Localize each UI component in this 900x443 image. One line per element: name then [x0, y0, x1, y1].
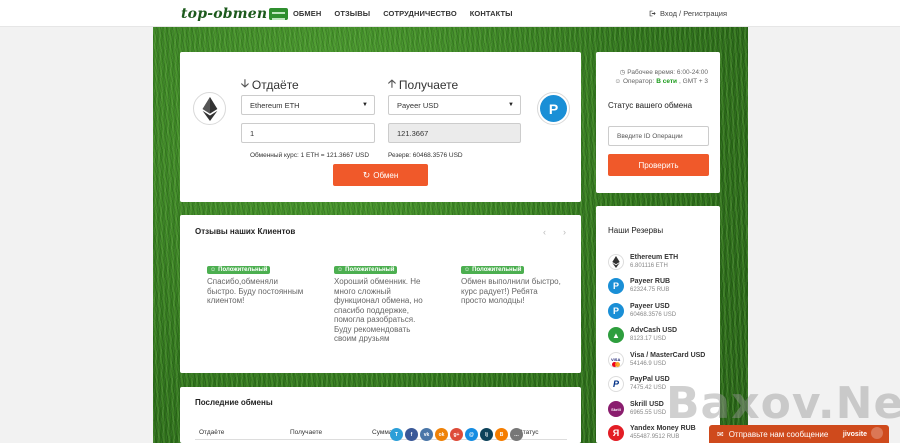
positive-badge: ☺ Положительный [207, 266, 271, 274]
login-link[interactable]: Вход / Регистрация [649, 9, 727, 18]
yandex-money-icon: Я [608, 425, 624, 441]
payeer-icon: P [608, 303, 624, 319]
get-currency-logo: P [537, 92, 570, 125]
reviews-title: Отзывы наших Клиентов [195, 227, 296, 236]
review-text: Хороший обменник. Не много сложный функц… [334, 277, 423, 343]
nav-reviews[interactable]: ОТЗЫВЫ [334, 9, 370, 18]
review-text: Обмен выполнили быстро, курс радует!) Ре… [461, 277, 561, 305]
reserve-note: Резерв: 60468.3576 USD [388, 152, 463, 159]
livejournal-share-icon[interactable]: lj [480, 428, 493, 441]
login-icon [649, 10, 656, 17]
advcash-icon: ▲ [608, 327, 624, 343]
reserve-item[interactable]: Ethereum ETH 6.801116 ETH [608, 251, 718, 273]
telegram-share-icon[interactable]: T [390, 428, 403, 441]
operation-id-input[interactable]: Введите ID Операции [608, 126, 709, 146]
more-share-icon[interactable]: … [510, 428, 523, 441]
vkontakte-share-icon[interactable]: vk [420, 428, 433, 441]
payeer-icon: P [608, 278, 624, 294]
refresh-icon: ↻ [362, 169, 371, 180]
skrill-icon: Skrill [608, 401, 624, 417]
clock-icon: ◷ [619, 69, 626, 76]
operator-status: ☺ Оператор: В сети , GMT + 3 [614, 78, 708, 85]
positive-badge: ☺ Положительный [334, 266, 398, 274]
arrow-down-icon: 🡣 [241, 78, 249, 90]
odnoklassniki-share-icon[interactable]: ok [435, 428, 448, 441]
review-item: ☺ Положительный Спасибо,обменяли быстро. … [207, 264, 307, 306]
caret-down-icon: ▼ [362, 102, 368, 108]
logo[interactable]: top-obmen [181, 4, 289, 24]
chat-icon: ✉ [717, 429, 724, 439]
working-hours: ◷ Рабочее время: 6:00-24:00 [619, 68, 708, 77]
get-currency-select[interactable]: Payeer USD ▼ [388, 95, 521, 115]
caret-down-icon: ▼ [508, 102, 514, 108]
check-status-button[interactable]: Проверить [608, 154, 709, 176]
facebook-share-icon[interactable]: f [405, 428, 418, 441]
chat-brand: jivosite [842, 430, 867, 438]
give-amount-input[interactable]: 1 [241, 123, 375, 143]
give-currency-select[interactable]: Ethereum ETH ▼ [241, 95, 375, 115]
blogger-share-icon[interactable]: B [495, 428, 508, 441]
nav-contacts[interactable]: КОНТАКТЫ [470, 9, 513, 18]
paypal-icon: P [608, 376, 624, 392]
get-title: 🡡 Получаете [388, 75, 458, 94]
logo-text: top-obmen [181, 6, 268, 22]
review-item: ☺ Положительный Хороший обменник. Не мног… [334, 264, 434, 344]
mail-ru-share-icon[interactable]: @ [465, 428, 478, 441]
payeer-icon: P [540, 95, 567, 122]
nav-partnership[interactable]: СОТРУДНИЧЕСТВО [383, 9, 457, 18]
exchange-button[interactable]: ↻ Обмен [333, 164, 428, 186]
column-header-get: Получаете [290, 429, 323, 436]
column-header-give: Отдаёте [199, 429, 225, 436]
site-header: top-obmen ОБМЕН ОТЗЫВЫ СОТРУДНИЧЕСТВО КО… [0, 0, 900, 27]
reserve-item[interactable]: ▲ AdvCash USD 8123.17 USD [608, 324, 718, 346]
chat-widget[interactable]: ✉ Отправьте нам сообщение jivosite [709, 425, 889, 443]
google-plus-share-icon[interactable]: g+ [450, 428, 463, 441]
chevron-right-icon[interactable]: › [563, 227, 566, 237]
login-label: Вход / Регистрация [660, 9, 728, 18]
main-nav: ОБМЕН ОТЗЫВЫ СОТРУДНИЧЕСТВО КОНТАКТЫ [293, 9, 513, 18]
smile-icon: ☺ [464, 267, 471, 273]
give-currency-logo [193, 92, 226, 125]
watermark: Baxov.Net [666, 378, 900, 429]
user-icon: ☺ [614, 78, 621, 85]
get-amount-input[interactable]: 121.3667 [388, 123, 521, 143]
reserve-item[interactable]: P Payeer USD 60468.3576 USD [608, 300, 718, 322]
share-buttons: Tf vk ok g+ @ lj B… [390, 428, 523, 441]
arrow-up-icon: 🡡 [388, 78, 396, 90]
recent-title: Последние обмены [195, 398, 273, 407]
reserves-title: Наши Резервы [608, 226, 664, 235]
chat-toggle-icon[interactable] [871, 427, 883, 439]
chat-label: Отправьте нам сообщение [728, 429, 829, 439]
give-title: 🡣 Отдаёте [241, 75, 299, 94]
ethereum-icon [202, 96, 217, 121]
reserve-item[interactable]: P Payeer RUB 62324.75 RUB [608, 275, 718, 297]
smile-icon: ☺ [337, 267, 344, 273]
exchange-rate: Обменный курс: 1 ETH = 121.3667 USD [250, 152, 370, 159]
reserve-item[interactable]: VISA Visa / MasterCard USD 54146.9 USD [608, 349, 718, 371]
ethereum-icon [608, 254, 624, 270]
chevron-left-icon[interactable]: ‹ [543, 227, 546, 237]
visa-mastercard-icon: VISA [608, 352, 624, 368]
review-text: Спасибо,обменяли быстро. Буду постоянным… [207, 277, 304, 305]
positive-badge: ☺ Положительный [461, 266, 525, 274]
status-title: Статус вашего обмена [608, 101, 693, 110]
smile-icon: ☺ [210, 267, 217, 273]
review-item: ☺ Положительный Обмен выполнили быстро, к… [461, 264, 561, 306]
nav-exchange[interactable]: ОБМЕН [293, 9, 321, 18]
logo-money-icon [269, 8, 289, 20]
